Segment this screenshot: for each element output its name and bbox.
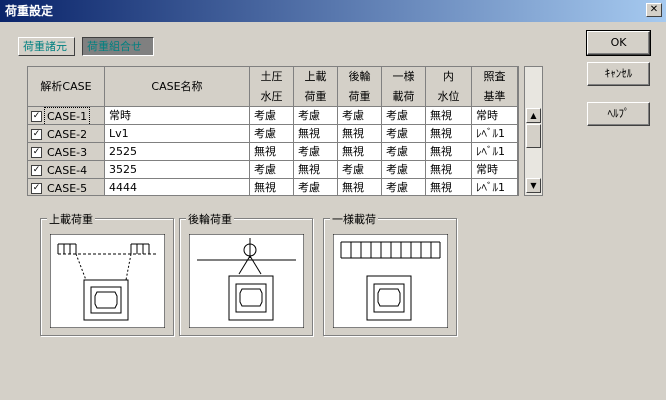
- table-row: ✓ CASE-5 4444 無視 考慮 無視 考慮 無視 ﾚﾍﾞﾙ1: [28, 179, 518, 195]
- header-internal-water-line2: 水位: [437, 90, 460, 103]
- case-checkbox[interactable]: ✓: [31, 110, 42, 122]
- earth-pressure-cell[interactable]: 考慮: [250, 107, 294, 125]
- header-check-criteria-line2: 基準: [483, 90, 506, 103]
- uniform-load-cell[interactable]: 考慮: [382, 179, 426, 195]
- scroll-down-button[interactable]: ▼: [526, 178, 541, 193]
- table-row: ✓ CASE-2 Lv1 考慮 無視 無視 考慮 無視 ﾚﾍﾞﾙ1: [28, 125, 518, 143]
- cancel-button[interactable]: ｷｬﾝｾﾙ: [587, 62, 650, 86]
- rear-wheel-cell[interactable]: 無視: [338, 143, 382, 161]
- grid-scrollbar[interactable]: ▲ ▼: [524, 66, 543, 196]
- case-name-cell[interactable]: 3525: [105, 161, 250, 179]
- header-check-criteria-line1: 照査: [483, 70, 506, 83]
- header-uniform-load-line1: 一様: [392, 70, 415, 83]
- panel-label: 一様載荷: [330, 211, 378, 227]
- header-earth-pressure: 土圧 水圧: [250, 67, 294, 107]
- load-case-grid: 解析CASE CASE名称 土圧水圧 上載荷重 後輪荷重 一様載荷 内水位 照査…: [27, 66, 519, 196]
- rear-wheel-cell[interactable]: 無視: [338, 125, 382, 143]
- table-row: ✓ CASE-1 常時 考慮 考慮 考慮 考慮 無視 常時: [28, 107, 518, 125]
- table-row: ✓ CASE-3 2525 無視 考慮 無視 考慮 無視 ﾚﾍﾞﾙ1: [28, 143, 518, 161]
- uniform-load-cell[interactable]: 考慮: [382, 107, 426, 125]
- help-button[interactable]: ﾍﾙﾌﾟ: [587, 102, 650, 126]
- header-rear-wheel: 後輪 荷重: [338, 67, 382, 107]
- header-surcharge-line1: 上載: [304, 70, 327, 83]
- surcharge-cell[interactable]: 無視: [294, 125, 338, 143]
- case-id: CASE-2: [47, 127, 88, 141]
- case-checkbox[interactable]: ✓: [31, 164, 42, 176]
- uniform-load-cell[interactable]: 考慮: [382, 125, 426, 143]
- surcharge-cell[interactable]: 無視: [294, 161, 338, 179]
- rear-wheel-cell[interactable]: 無視: [338, 179, 382, 195]
- dialog-window: 荷重設定 ✕ 荷重諸元 荷重組合せ 解析CASE CASE名称 土圧 水圧 上載荷…: [0, 0, 666, 400]
- earth-pressure-cell[interactable]: 考慮: [250, 125, 294, 143]
- case-cell: ✓ CASE-1: [28, 107, 105, 125]
- case-name-cell[interactable]: Lv1: [105, 125, 250, 143]
- internal-water-cell[interactable]: 無視: [426, 125, 472, 143]
- header-internal-water: 内水位: [426, 67, 472, 107]
- close-button[interactable]: ✕: [646, 3, 662, 17]
- case-cell: ✓ CASE-5: [28, 179, 105, 195]
- panel-label: 後輪荷重: [186, 211, 234, 227]
- header-earth-pressure-line1: 土圧: [260, 70, 283, 83]
- case-checkbox[interactable]: ✓: [31, 128, 42, 140]
- tab-load-combination[interactable]: 荷重組合せ: [82, 37, 154, 56]
- tab-load-specs[interactable]: 荷重諸元: [18, 37, 75, 56]
- case-cell: ✓ CASE-4: [28, 161, 105, 179]
- header-uniform-load-line2: 載荷: [392, 90, 415, 103]
- uniform-load-cell[interactable]: 考慮: [382, 143, 426, 161]
- rear-wheel-cell[interactable]: 考慮: [338, 107, 382, 125]
- case-checkbox[interactable]: ✓: [31, 182, 42, 194]
- internal-water-cell[interactable]: 無視: [426, 107, 472, 125]
- uniform-load-cell[interactable]: 考慮: [382, 161, 426, 179]
- surcharge-cell[interactable]: 考慮: [294, 107, 338, 125]
- case-name-cell[interactable]: 2525: [105, 143, 250, 161]
- case-cell: ✓ CASE-2: [28, 125, 105, 143]
- header-uniform-load: 一様 載荷: [382, 67, 426, 107]
- case-checkbox[interactable]: ✓: [31, 146, 42, 158]
- uniform-load-diagram: [333, 234, 448, 328]
- table-row: ✓ CASE-4 3525 考慮 無視 考慮 考慮 無視 常時: [28, 161, 518, 179]
- title-bar: 荷重設定 ✕: [0, 0, 666, 22]
- header-surcharge: 上載 荷重: [294, 67, 338, 107]
- header-internal-water-line1: 内: [443, 70, 454, 83]
- earth-pressure-cell[interactable]: 無視: [250, 179, 294, 195]
- internal-water-cell[interactable]: 無視: [426, 143, 472, 161]
- ok-button[interactable]: OK: [586, 30, 651, 56]
- rear-wheel-diagram: [189, 234, 304, 328]
- earth-pressure-cell[interactable]: 考慮: [250, 161, 294, 179]
- check-criteria-cell[interactable]: ﾚﾍﾞﾙ1: [472, 143, 518, 161]
- header-rear-wheel-line2: 荷重: [348, 90, 371, 103]
- scroll-thumb[interactable]: [526, 124, 541, 148]
- surcharge-cell[interactable]: 考慮: [294, 143, 338, 161]
- surcharge-load-panel: 上載荷重: [40, 211, 174, 336]
- header-earth-pressure-line2: 水圧: [260, 90, 283, 103]
- earth-pressure-cell[interactable]: 無視: [250, 143, 294, 161]
- internal-water-cell[interactable]: 無視: [426, 179, 472, 195]
- case-id: CASE-3: [47, 145, 88, 159]
- panel-label: 上載荷重: [47, 211, 95, 227]
- case-id: CASE-1: [43, 107, 91, 124]
- header-case-name: CASE名称: [105, 67, 250, 107]
- check-criteria-cell[interactable]: 常時: [472, 161, 518, 179]
- header-check-criteria: 照査 基準: [472, 67, 518, 107]
- case-id: CASE-4: [47, 163, 88, 177]
- uniform-load-panel: 一様載荷: [323, 211, 457, 336]
- check-criteria-cell[interactable]: ﾚﾍﾞﾙ1: [472, 125, 518, 143]
- check-criteria-cell[interactable]: 常時: [472, 107, 518, 125]
- surcharge-diagram: [50, 234, 165, 328]
- scroll-up-button[interactable]: ▲: [526, 108, 541, 123]
- check-criteria-cell[interactable]: ﾚﾍﾞﾙ1: [472, 179, 518, 195]
- case-cell: ✓ CASE-3: [28, 143, 105, 161]
- case-name-cell[interactable]: 常時: [105, 107, 250, 125]
- rear-wheel-load-panel: 後輪荷重: [179, 211, 313, 336]
- header-case: 解析CASE: [28, 67, 105, 107]
- case-id: CASE-5: [47, 181, 88, 195]
- grid-header: 解析CASE CASE名称 土圧水圧 上載荷重 後輪荷重 一様載荷 内水位 照査…: [28, 67, 518, 107]
- rear-wheel-cell[interactable]: 考慮: [338, 161, 382, 179]
- header-surcharge-line2: 荷重: [304, 90, 327, 103]
- case-name-cell[interactable]: 4444: [105, 179, 250, 195]
- internal-water-cell[interactable]: 無視: [426, 161, 472, 179]
- surcharge-cell[interactable]: 考慮: [294, 179, 338, 195]
- header-rear-wheel-line1: 後輪: [348, 70, 371, 83]
- window-title: 荷重設定: [5, 4, 54, 18]
